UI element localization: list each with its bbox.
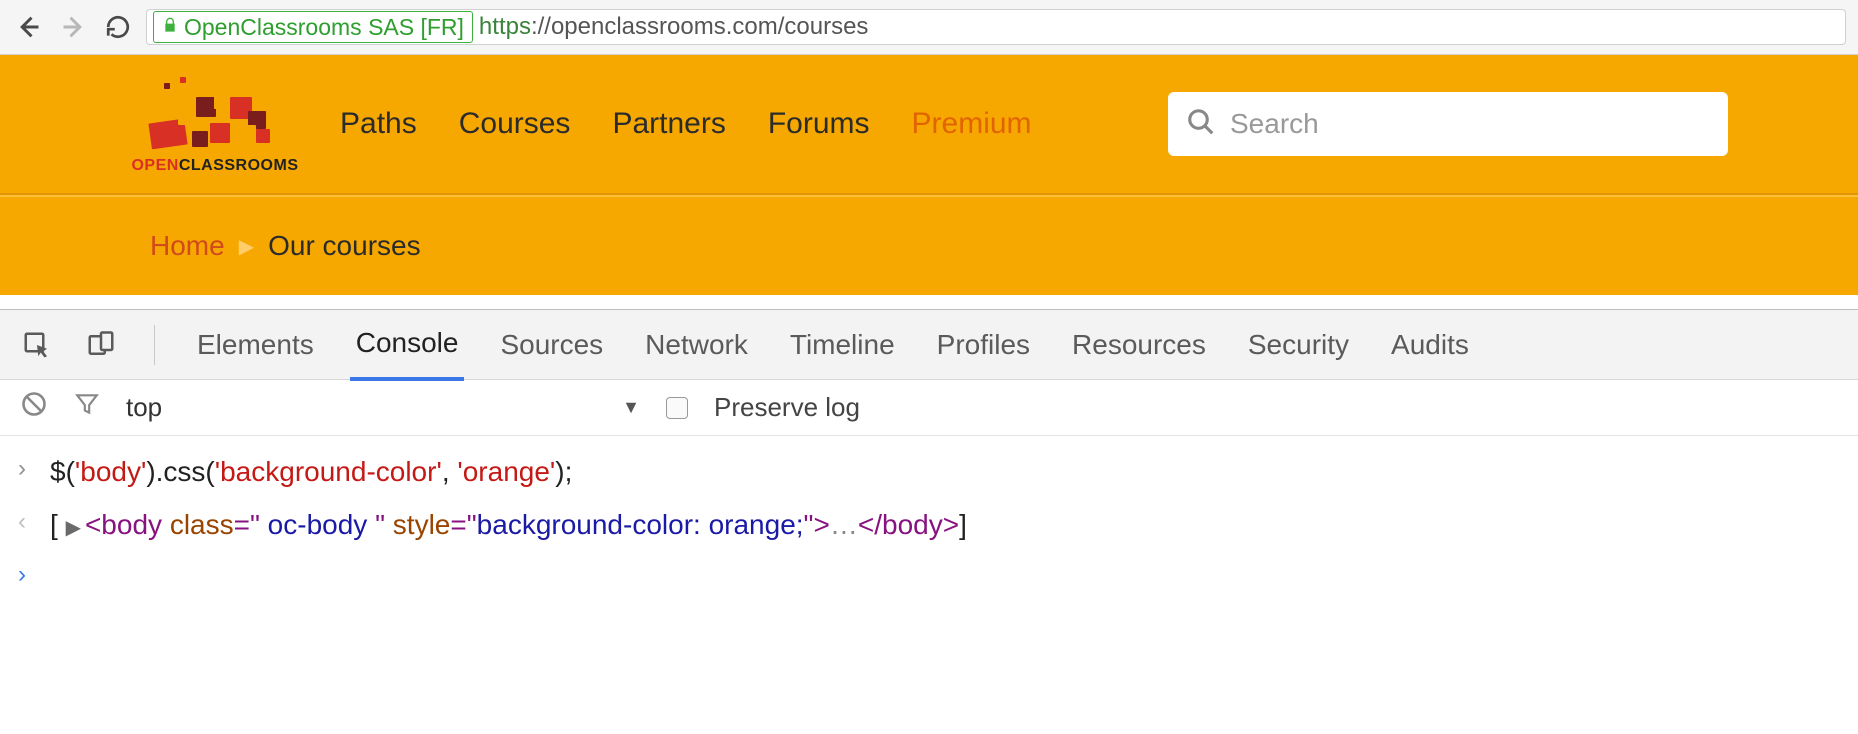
url-path: ://openclassrooms.com/courses — [531, 13, 868, 41]
breadcrumb-home[interactable]: Home — [150, 230, 225, 262]
cert-org-label: OpenClassrooms SAS [FR] — [184, 14, 464, 41]
tab-profiles[interactable]: Profiles — [931, 311, 1036, 379]
nav-partners[interactable]: Partners — [612, 107, 725, 141]
breadcrumb-current: Our courses — [268, 230, 421, 262]
tab-timeline[interactable]: Timeline — [784, 311, 901, 379]
prompt-chevron-icon: › — [18, 556, 36, 594]
filter-icon[interactable] — [74, 391, 100, 424]
input-chevron-icon: › — [18, 450, 36, 488]
tab-resources[interactable]: Resources — [1066, 311, 1212, 379]
execution-context-select[interactable]: top ▼ — [126, 392, 640, 423]
tab-console[interactable]: Console — [350, 309, 465, 381]
lock-icon — [162, 13, 178, 41]
primary-nav: Paths Courses Partners Forums Premium — [340, 107, 1032, 141]
output-chevron-icon: ‹ — [18, 503, 36, 541]
inspect-element-icon[interactable] — [20, 328, 54, 362]
clear-console-icon[interactable] — [20, 390, 48, 425]
url-protocol: https — [479, 13, 531, 41]
device-toggle-icon[interactable] — [84, 328, 118, 362]
logo-mark-icon — [140, 73, 290, 153]
preserve-log-checkbox[interactable] — [666, 397, 688, 419]
forward-button[interactable] — [58, 11, 90, 43]
tab-elements[interactable]: Elements — [191, 311, 320, 379]
console-prompt-row[interactable]: › — [18, 552, 1840, 605]
tab-network[interactable]: Network — [639, 311, 754, 379]
console-command: $('body').css('background-color', 'orang… — [50, 450, 572, 495]
reload-button[interactable] — [104, 13, 132, 41]
address-bar[interactable]: OpenClassrooms SAS [FR] https://openclas… — [146, 9, 1846, 45]
back-button[interactable] — [12, 11, 44, 43]
logo-wordmark: OPENCLASSROOMS — [131, 157, 298, 175]
breadcrumb: Home ▶ Our courses — [0, 195, 1858, 295]
console-result: [ ▶<body class=" oc-body " style="backgr… — [50, 503, 967, 548]
site-header: OPENCLASSROOMS Paths Courses Partners Fo… — [0, 55, 1858, 195]
console-input-row: › $('body').css('background-color', 'ora… — [18, 446, 1840, 499]
expand-triangle-icon[interactable]: ▶ — [66, 512, 81, 544]
ssl-cert-badge[interactable]: OpenClassrooms SAS [FR] — [153, 11, 473, 43]
devtools-tabbar: Elements Console Sources Network Timelin… — [0, 310, 1858, 380]
nav-forums[interactable]: Forums — [768, 107, 870, 141]
tab-audits[interactable]: Audits — [1385, 311, 1475, 379]
search-icon — [1186, 107, 1216, 142]
tab-sources[interactable]: Sources — [494, 311, 609, 379]
devtools-panel: Elements Console Sources Network Timelin… — [0, 309, 1858, 614]
chevron-right-icon: ▶ — [239, 234, 254, 259]
nav-paths[interactable]: Paths — [340, 107, 417, 141]
browser-toolbar: OpenClassrooms SAS [FR] https://openclas… — [0, 0, 1858, 55]
search-input[interactable] — [1230, 108, 1710, 140]
console-output[interactable]: › $('body').css('background-color', 'ora… — [0, 436, 1858, 614]
nav-courses[interactable]: Courses — [459, 107, 571, 141]
site-logo[interactable]: OPENCLASSROOMS — [130, 73, 300, 175]
console-toolbar: top ▼ Preserve log — [0, 380, 1858, 436]
nav-premium[interactable]: Premium — [912, 107, 1032, 141]
chevron-down-icon: ▼ — [622, 397, 640, 418]
search-box[interactable] — [1168, 92, 1728, 156]
console-output-row: ‹ [ ▶<body class=" oc-body " style="back… — [18, 499, 1840, 552]
tab-security[interactable]: Security — [1242, 311, 1355, 379]
preserve-log-label: Preserve log — [714, 392, 860, 423]
